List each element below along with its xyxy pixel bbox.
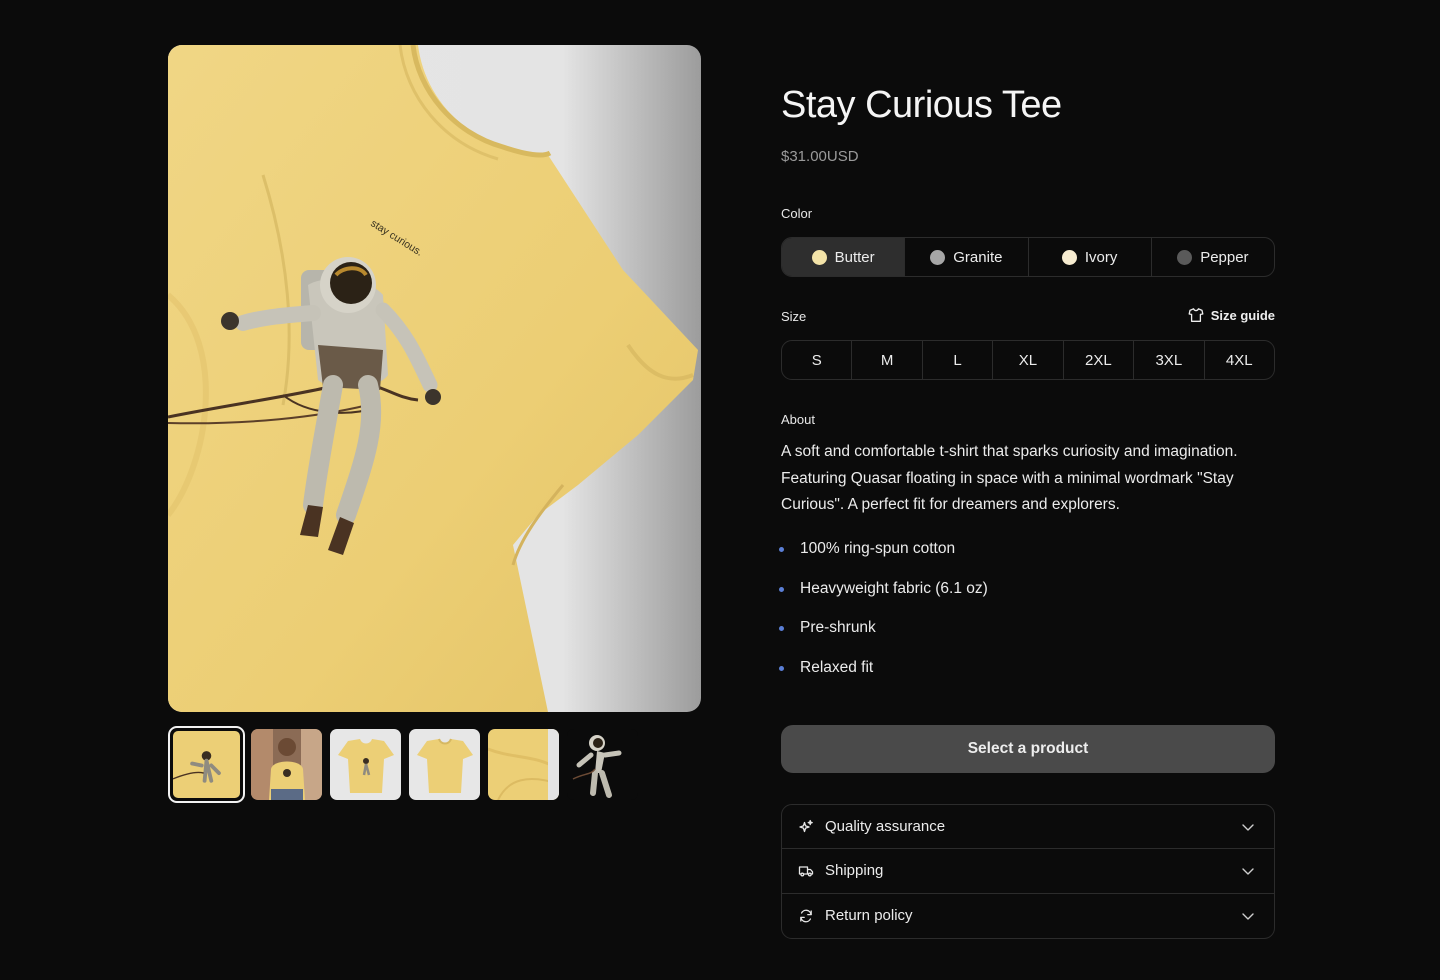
- color-option-granite[interactable]: Granite: [905, 238, 1029, 276]
- butter-swatch-icon: [811, 249, 827, 265]
- select-product-button[interactable]: Select a product: [781, 725, 1275, 773]
- tshirt-icon: [1188, 307, 1204, 323]
- color-selector: Butter Granite Ivory Pepper: [781, 237, 1275, 277]
- size-label: Size: [781, 309, 807, 324]
- color-option-butter[interactable]: Butter: [782, 238, 906, 276]
- product-title: Stay Curious Tee: [781, 84, 1062, 126]
- refresh-icon: [798, 908, 814, 924]
- product-description: A soft and comfortable t-shirt that spar…: [781, 443, 1238, 513]
- color-option-label: Granite: [953, 248, 1003, 266]
- thumbnail-5[interactable]: [488, 729, 559, 800]
- pepper-swatch-icon: [1177, 249, 1193, 265]
- accordion-label: Quality assurance: [825, 818, 946, 836]
- feature-item: 100% ring-spun cotton: [779, 535, 988, 575]
- thumbnail-2[interactable]: [251, 729, 322, 800]
- size-option-3xl[interactable]: 3XL: [1134, 341, 1205, 379]
- thumbnail-4[interactable]: [409, 729, 480, 800]
- sparkle-icon: [798, 819, 814, 835]
- product-hero-image[interactable]: stay curious.: [168, 45, 701, 712]
- feature-item: Pre-shrunk: [779, 614, 988, 654]
- size-option-l[interactable]: L: [923, 341, 994, 379]
- color-option-label: Pepper: [1200, 248, 1249, 266]
- size-option-4xl[interactable]: 4XL: [1205, 341, 1274, 379]
- chevron-down-icon: [1240, 819, 1256, 835]
- ivory-swatch-icon: [1061, 249, 1077, 265]
- size-option-xl[interactable]: XL: [993, 341, 1064, 379]
- thumbnail-1[interactable]: [168, 726, 245, 803]
- info-accordion: Quality assurance Shipping Return policy: [781, 804, 1275, 939]
- size-option-m[interactable]: M: [852, 341, 923, 379]
- size-option-2xl[interactable]: 2XL: [1064, 341, 1135, 379]
- chevron-down-icon: [1240, 863, 1256, 879]
- size-option-s[interactable]: S: [782, 341, 853, 379]
- feature-item: Relaxed fit: [779, 654, 988, 694]
- accordion-quality-assurance[interactable]: Quality assurance: [782, 805, 1274, 850]
- size-guide-label: Size guide: [1210, 307, 1275, 323]
- accordion-label: Shipping: [825, 862, 884, 880]
- thumbnail-3[interactable]: [330, 729, 401, 800]
- accordion-shipping[interactable]: Shipping: [782, 849, 1274, 894]
- product-price: $31.00USD: [781, 148, 859, 165]
- granite-swatch-icon: [930, 249, 946, 265]
- color-option-pepper[interactable]: Pepper: [1152, 238, 1274, 276]
- size-guide-link[interactable]: Size guide: [1188, 307, 1275, 323]
- tshirt-astronaut-image: stay curious.: [168, 45, 698, 712]
- size-selector: S M L XL 2XL 3XL 4XL: [781, 340, 1275, 380]
- feature-list: 100% ring-spun cotton Heavyweight fabric…: [779, 535, 988, 694]
- chevron-down-icon: [1240, 908, 1256, 924]
- color-option-label: Ivory: [1084, 248, 1118, 266]
- accordion-label: Return policy: [825, 907, 913, 925]
- feature-item: Heavyweight fabric (6.1 oz): [779, 575, 988, 615]
- accordion-return-policy[interactable]: Return policy: [782, 894, 1274, 938]
- color-option-ivory[interactable]: Ivory: [1029, 238, 1152, 276]
- truck-icon: [798, 863, 814, 879]
- thumbnail-6[interactable]: [567, 729, 638, 800]
- color-label: Color: [781, 206, 813, 221]
- color-option-label: Butter: [834, 248, 875, 266]
- about-label: About: [781, 412, 815, 427]
